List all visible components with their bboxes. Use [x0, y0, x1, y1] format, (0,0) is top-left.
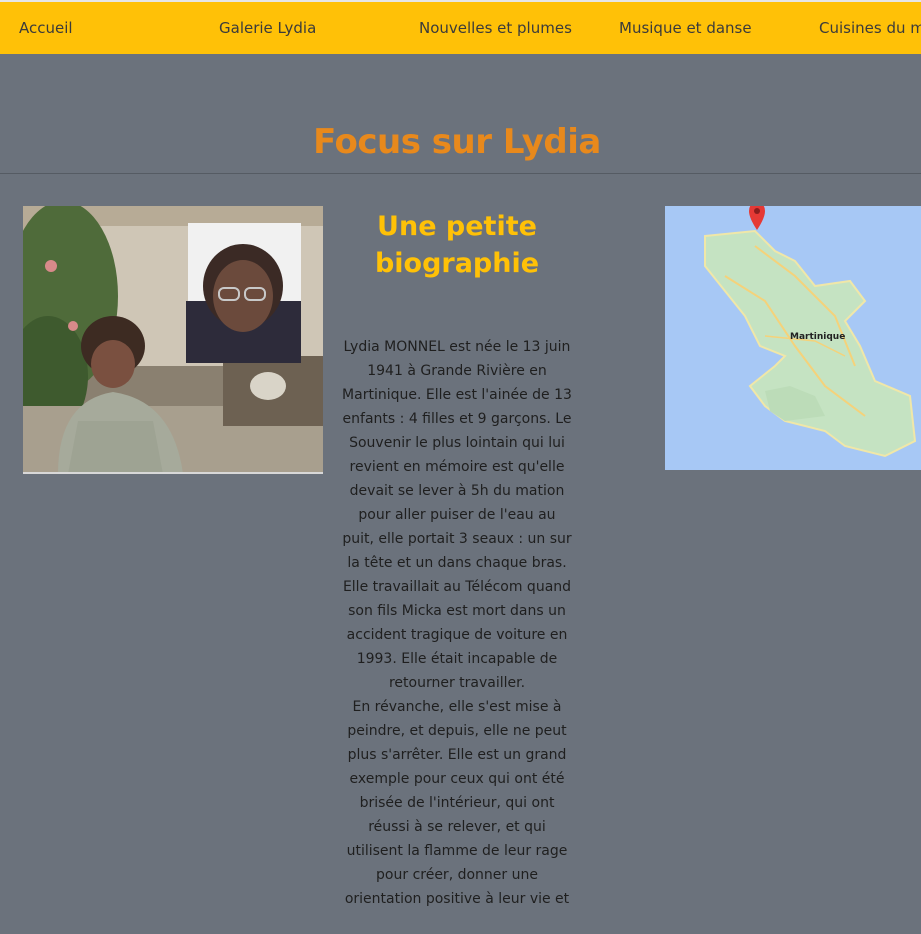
biography-text: Lydia MONNEL est née le 13 juin 1941 à G… [341, 335, 573, 911]
nav-link-galerie-lydia[interactable]: Galerie Lydia [219, 19, 316, 37]
biography-paragraph-2: En révanche, elle s'est mise à peindre, … [344, 699, 570, 907]
biography-heading: Une petite biographie [374, 211, 540, 279]
martinique-map[interactable]: Martinique [665, 206, 921, 470]
title-divider [0, 173, 921, 174]
map-label: Martinique [790, 332, 846, 342]
nav-link-cuisines-du-monde[interactable]: Cuisines du mo [819, 19, 921, 37]
page-title: Focus sur Lydia [313, 122, 601, 162]
nav-link-accueil[interactable]: Accueil [19, 19, 73, 37]
top-navigation-bar: Accueil Galerie Lydia Nouvelles et plume… [0, 0, 921, 54]
biography-paragraph-1: Lydia MONNEL est née le 13 juin 1941 à G… [342, 339, 572, 691]
lydia-photo-graphic [23, 206, 323, 472]
nav-link-musique-et-danse[interactable]: Musique et danse [619, 19, 752, 37]
nav-link-nouvelles-et-plumes[interactable]: Nouvelles et plumes [419, 19, 572, 37]
lydia-photo [23, 206, 323, 474]
